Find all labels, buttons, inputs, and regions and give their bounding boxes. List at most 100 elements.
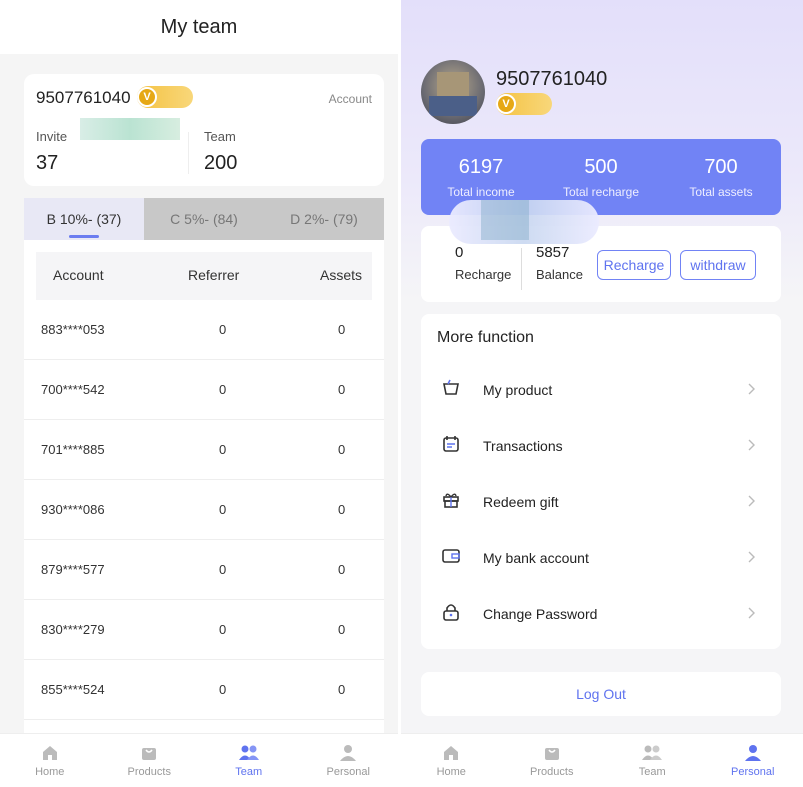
my-team-screen: My team 9507761040 V Account Invite 37 T… bbox=[0, 0, 398, 787]
chevron-right-icon bbox=[748, 495, 755, 507]
cell-referrer: 0 bbox=[219, 682, 227, 697]
person-icon bbox=[744, 744, 761, 761]
tabbar-home[interactable]: Home bbox=[401, 734, 502, 787]
menu-redeem-gift[interactable]: Redeem gift bbox=[421, 474, 781, 530]
user-phone: 9507761040 bbox=[496, 68, 608, 90]
tabbar-team[interactable]: Team bbox=[602, 734, 703, 787]
team-summary-card: 9507761040 V Account Invite 37 Team 200 bbox=[24, 74, 384, 186]
more-functions-card: More function My product Transactions Re… bbox=[421, 314, 781, 649]
vip-badge-icon: V bbox=[496, 94, 516, 114]
cell-account: 830****279 bbox=[41, 622, 105, 637]
redaction-blur bbox=[80, 118, 180, 140]
tab-label: B 10%- (37) bbox=[46, 211, 122, 227]
tabbar-label: Products bbox=[127, 765, 171, 778]
menu-label: Transactions bbox=[483, 438, 563, 454]
chevron-right-icon bbox=[748, 439, 755, 451]
vip-badge: V bbox=[496, 93, 552, 115]
page-title: My team bbox=[160, 15, 238, 38]
stat-value: 6197 bbox=[458, 155, 504, 178]
chevron-right-icon bbox=[748, 383, 755, 395]
cell-account: 883****053 bbox=[41, 322, 105, 337]
balance-label: Balance bbox=[536, 267, 583, 282]
redaction-blur bbox=[481, 200, 529, 240]
level-tabs: B 10%- (37) C 5%- (84) D 2%- (79) bbox=[24, 198, 384, 240]
cell-assets: 0 bbox=[338, 622, 346, 637]
stat-total-assets: 700 Total assets bbox=[661, 139, 781, 215]
cell-assets: 0 bbox=[338, 322, 346, 337]
menu-my-bank-account[interactable]: My bank account bbox=[421, 530, 781, 586]
table-row: 700****542 0 0 bbox=[24, 360, 384, 420]
column-header-assets: Assets bbox=[320, 267, 363, 283]
logout-button[interactable]: Log Out bbox=[421, 672, 781, 716]
recharge-value: 0 bbox=[455, 244, 464, 261]
tabbar-label: Team bbox=[638, 765, 666, 778]
tabbar-label: Home bbox=[436, 765, 466, 778]
cell-assets: 0 bbox=[338, 682, 346, 697]
tabbar-label: Personal bbox=[731, 765, 775, 778]
stat-label: Total assets bbox=[689, 184, 753, 199]
avatar[interactable] bbox=[421, 60, 485, 124]
menu-transactions[interactable]: Transactions bbox=[421, 418, 781, 474]
menu-my-product[interactable]: My product bbox=[421, 362, 781, 418]
team-label: Team bbox=[204, 129, 236, 144]
tab-label: C 5%- (84) bbox=[170, 211, 238, 227]
tabbar-label: Team bbox=[235, 765, 263, 778]
menu-label: Change Password bbox=[483, 606, 598, 622]
tabbar-personal[interactable]: Personal bbox=[299, 734, 399, 787]
stat-value: 500 bbox=[584, 155, 618, 178]
table-row: 855****524 0 0 bbox=[24, 660, 384, 720]
cell-referrer: 0 bbox=[219, 442, 227, 457]
divider bbox=[188, 132, 189, 174]
tabbar-label: Home bbox=[35, 765, 65, 778]
withdraw-button[interactable]: withdraw bbox=[680, 250, 756, 280]
members-table: Account Referrer Assets 883****053 0 0 7… bbox=[24, 240, 384, 760]
chevron-right-icon bbox=[748, 607, 755, 619]
vip-badge-icon: V bbox=[137, 87, 157, 107]
gift-icon bbox=[443, 493, 459, 508]
bag-icon bbox=[142, 747, 157, 760]
user-phone: 9507761040 bbox=[36, 88, 131, 107]
invite-value: 37 bbox=[36, 152, 59, 174]
tabbar-home[interactable]: Home bbox=[0, 734, 100, 787]
cell-account: 700****542 bbox=[41, 382, 105, 397]
header: My team bbox=[0, 0, 398, 54]
cell-referrer: 0 bbox=[219, 622, 227, 637]
wallet-icon bbox=[442, 549, 460, 563]
bottom-tabbar: Home Products Team Personal bbox=[401, 733, 803, 787]
cell-referrer: 0 bbox=[219, 502, 227, 517]
person-icon bbox=[340, 744, 357, 761]
tabbar-products[interactable]: Products bbox=[100, 734, 200, 787]
personal-screen: 9507761040 V 6197 Total income 500 Total… bbox=[401, 0, 803, 787]
divider bbox=[521, 248, 522, 290]
stat-label: Total recharge bbox=[562, 184, 640, 199]
cell-assets: 0 bbox=[338, 562, 346, 577]
tab-level-c[interactable]: C 5%- (84) bbox=[144, 198, 264, 240]
tabbar-team[interactable]: Team bbox=[199, 734, 299, 787]
recharge-button[interactable]: Recharge bbox=[597, 250, 671, 280]
cell-account: 701****885 bbox=[41, 442, 105, 457]
active-tab-indicator bbox=[69, 235, 99, 238]
tab-level-d[interactable]: D 2%- (79) bbox=[264, 198, 384, 240]
cell-assets: 0 bbox=[338, 382, 346, 397]
basket-icon bbox=[443, 379, 459, 395]
tabbar-personal[interactable]: Personal bbox=[703, 734, 803, 787]
home-icon bbox=[42, 745, 57, 760]
table-row: 930****086 0 0 bbox=[24, 480, 384, 540]
stat-value: 700 bbox=[704, 155, 738, 178]
tab-level-b[interactable]: B 10%- (37) bbox=[24, 198, 144, 240]
lock-icon bbox=[443, 604, 459, 621]
menu-change-password[interactable]: Change Password bbox=[421, 586, 781, 642]
table-header: Account Referrer Assets bbox=[36, 252, 372, 300]
chevron-right-icon bbox=[748, 551, 755, 563]
menu-label: My product bbox=[483, 382, 553, 398]
vip-badge: V bbox=[137, 86, 193, 108]
column-header-referrer: Referrer bbox=[188, 267, 240, 283]
invite-label: Invite bbox=[36, 129, 68, 144]
table-row: 879****577 0 0 bbox=[24, 540, 384, 600]
cell-referrer: 0 bbox=[219, 382, 227, 397]
tabbar-products[interactable]: Products bbox=[502, 734, 603, 787]
table-row: 830****279 0 0 bbox=[24, 600, 384, 660]
cell-assets: 0 bbox=[338, 502, 346, 517]
menu-label: My bank account bbox=[483, 550, 589, 566]
tabbar-label: Personal bbox=[326, 765, 370, 778]
